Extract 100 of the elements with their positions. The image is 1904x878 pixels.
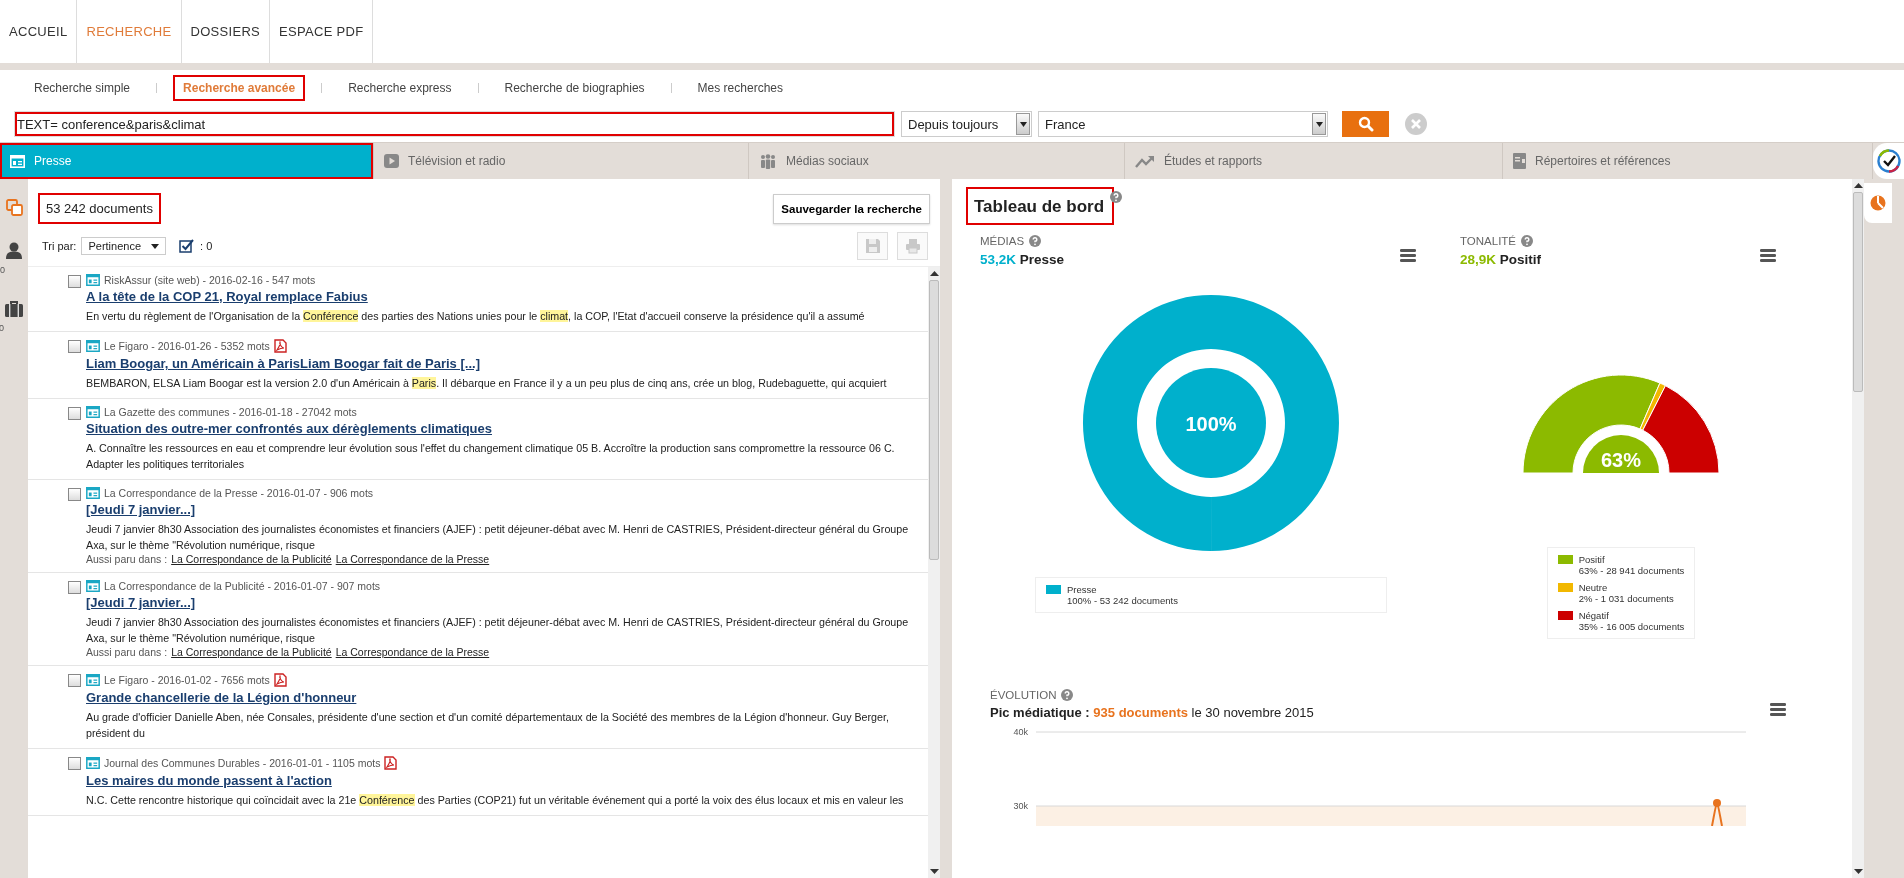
peak-summary: Pic médiatique : 935 documents le 30 novembre 2015 (990, 705, 1314, 720)
source-link[interactable]: La Correspondance de la Presse (335, 646, 490, 658)
trend-icon (1135, 154, 1155, 168)
article-meta: La Correspondance de la Presse - 2016-01-07 - 906 mots (104, 487, 374, 499)
article-snippet: En vertu du règlement de l'Organisation de la Conférence des parties des Nations unies pour le climat, la COP, l'Etat d'accueil conserve la présidence qu'il a assumé (86, 309, 866, 324)
printer-icon (904, 238, 921, 254)
search-button[interactable] (1342, 111, 1389, 137)
article-snippet: Jeudi 7 janvier 8h30 Association des journalistes économistes et financiers (AJEF) : petit déjeuner-débat avec M. Henri de CASTRIES, Président-directeur général du Groupe Axa, sur le thème "Révolution numérique, risque (86, 522, 910, 553)
checkbox[interactable] (68, 340, 81, 353)
arrow-down-icon[interactable] (929, 869, 939, 874)
percent-label: 63% (1601, 449, 1641, 471)
axis-tick-label: 40k (1013, 727, 1028, 737)
person-icon[interactable] (6, 242, 22, 259)
search-tab[interactable]: Mes recherches (687, 75, 793, 101)
article-meta: La Gazette des communes - 2016-01-18 - 27042 mots (104, 406, 357, 418)
percent-label: 100% (1185, 413, 1237, 435)
key-figure: 53,2K (980, 252, 1017, 267)
legend-detail: 63% - 28 941 documents (1578, 565, 1685, 576)
checklist-icon[interactable] (179, 238, 196, 254)
search-tab[interactable]: Recherche simple (24, 75, 141, 101)
article-title-link[interactable]: Liam Boogar, un Américain à ParisLiam Boogar fait de Paris [...] (86, 356, 916, 371)
newspaper-icon (86, 674, 100, 686)
newspaper-icon (86, 274, 100, 286)
key-figure-label: Positif (1499, 252, 1542, 267)
copy-icon[interactable] (5, 199, 23, 216)
legend-label: Négatif (1578, 610, 1610, 621)
help-icon[interactable] (1521, 235, 1534, 247)
arrow-up-icon[interactable] (1853, 183, 1863, 188)
pdf-icon[interactable] (384, 756, 398, 770)
caret-icon (1315, 121, 1323, 127)
checkbox[interactable] (68, 488, 81, 501)
help-icon[interactable] (1029, 235, 1042, 247)
legend-detail: 2% - 1 031 documents (1578, 593, 1674, 604)
scrollbar[interactable] (928, 267, 940, 878)
help-icon[interactable] (1061, 689, 1074, 701)
article-snippet: BEMBARON, ELSA Liam Boogar est la version 2.0 d'un Américain à Paris. Il débarque en France il y a un peu plus de cinq ans, crée un blog, Rudebaguette, qui acquiert (86, 376, 888, 391)
article-snippet: Jeudi 7 janvier 8h30 Association des journalistes économistes et financiers (AJEF) : petit déjeuner-débat avec M. Henri de CASTRIES, Président-directeur général du Groupe Axa, sur le thème "Révolution numérique, risque (86, 615, 910, 646)
save-search-button[interactable]: Sauvegarder la recherche (773, 193, 930, 224)
newspaper-icon (86, 580, 100, 592)
play-icon (384, 154, 399, 168)
checkbox[interactable] (68, 407, 81, 420)
article-title-link[interactable]: A la tête de la COP 21, Royal remplace Fabius (86, 289, 916, 304)
pdf-icon[interactable] (273, 339, 287, 353)
scrollbar[interactable] (1852, 179, 1864, 878)
key-figure-label: Presse (1019, 252, 1065, 267)
pie-chart-icon[interactable] (1870, 195, 1886, 211)
check-circle-icon[interactable] (1875, 148, 1902, 174)
item-count: 0 (0, 323, 4, 333)
checkbox[interactable] (68, 581, 81, 594)
source-link[interactable]: La Correspondance de la Publicité (171, 553, 332, 565)
search-tab[interactable]: Recherche express (338, 75, 462, 101)
article-title-link[interactable]: [Jeudi 7 janvier...] (86, 502, 916, 517)
caret-icon (1019, 121, 1027, 127)
checkbox[interactable] (68, 275, 81, 288)
source-link[interactable]: La Correspondance de la Publicité (171, 646, 332, 658)
article-meta: La Correspondance de la Publicité - 2016-01-07 - 907 mots (104, 580, 381, 592)
arrow-down-icon[interactable] (1853, 869, 1863, 874)
article-meta: Le Figaro - 2016-01-02 - 7656 mots (104, 674, 270, 686)
pdf-icon[interactable] (273, 673, 287, 687)
peak-marker (1713, 799, 1721, 807)
legend-label: Neutre (1578, 582, 1609, 593)
checkbox[interactable] (68, 757, 81, 770)
menu-icon[interactable] (1760, 249, 1776, 262)
article-title-link[interactable]: [Jeudi 7 janvier...] (86, 595, 916, 610)
selected-count: : 0 (200, 240, 213, 252)
arrow-up-icon[interactable] (929, 271, 939, 276)
section-label: MÉDIAS (980, 235, 1025, 247)
article-title-link[interactable]: Grande chancellerie de la Légion d'honneur (86, 690, 916, 705)
region-select[interactable]: France (1038, 111, 1328, 137)
caret-icon (151, 243, 160, 249)
article-title-link[interactable]: Situation des outre-mer confrontés aux dérèglements climatiques (86, 421, 916, 436)
query-field[interactable]: TEXT= conference&paris&climat (14, 111, 895, 137)
newspaper-icon (10, 154, 25, 168)
menu-icon[interactable] (1400, 249, 1416, 262)
article-snippet: Au grade d'officier Danielle Aben, née Consales, présidente d'une section et d'un comité départementaux de la Société des membres de la Légion d'honneur. Guy Berger, président du (86, 710, 890, 741)
section-label: ÉVOLUTION (990, 689, 1057, 701)
dashboard-title: Tableau de bord (966, 187, 1115, 225)
also-label: Aussi paru dans : (86, 646, 168, 658)
article-meta: RiskAssur (site web) - 2016-02-16 - 547 mots (104, 274, 316, 286)
article-meta: Le Figaro - 2016-01-26 - 5352 mots (104, 340, 270, 352)
axis-tick-label: 30k (1013, 801, 1028, 811)
key-figure: 28,9K (1460, 252, 1497, 267)
checkbox[interactable] (68, 674, 81, 687)
briefcase-icon[interactable] (5, 301, 23, 317)
search-tab[interactable]: Recherche de biographies (494, 75, 655, 101)
scrollbar-thumb[interactable] (929, 280, 939, 560)
also-label: Aussi paru dans : (86, 553, 168, 565)
period-select[interactable]: Depuis toujours (901, 111, 1032, 137)
article-title-link[interactable]: Les maires du monde passent à l'action (86, 773, 916, 788)
newspaper-icon (86, 406, 100, 418)
menu-icon[interactable] (1770, 703, 1786, 716)
people-icon (759, 153, 777, 169)
scrollbar-thumb[interactable] (1853, 192, 1863, 392)
source-link[interactable]: La Correspondance de la Presse (335, 553, 490, 565)
newspaper-icon (86, 757, 100, 769)
help-icon[interactable] (1110, 191, 1123, 203)
floppy-icon (864, 238, 881, 254)
article-meta: Journal des Communes Durables - 2016-01-01 - 1105 mots (104, 757, 381, 769)
sort-select[interactable]: Pertinence (81, 237, 167, 255)
legend-label: Positif (1578, 554, 1606, 565)
